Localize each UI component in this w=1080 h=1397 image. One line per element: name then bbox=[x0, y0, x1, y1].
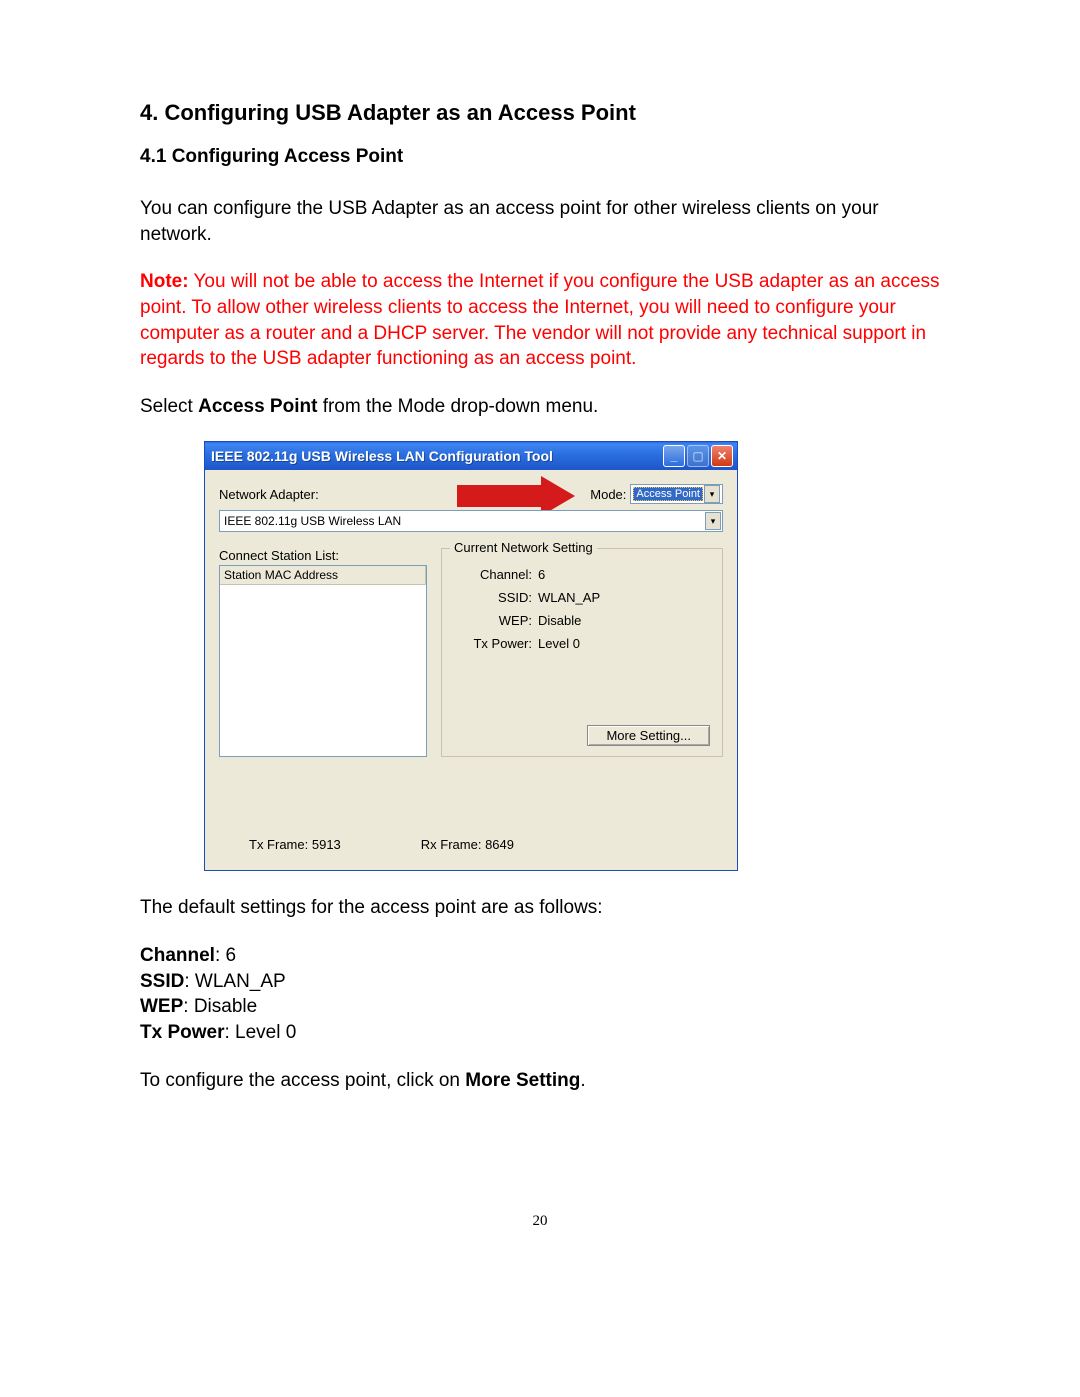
defaults-list: Channel: 6 SSID: WLAN_AP WEP: Disable Tx… bbox=[140, 943, 940, 1046]
adapter-label: Network Adapter: bbox=[219, 487, 319, 502]
mode-value: Access Point bbox=[633, 487, 703, 501]
note-paragraph: Note: You will not be able to access the… bbox=[140, 269, 940, 372]
txpower-label: Tx Power: bbox=[460, 636, 532, 651]
default-ssid-v: : WLAN_AP bbox=[184, 971, 285, 992]
client-area: Network Adapter: Mode: Access Point ▾ IE… bbox=[205, 470, 737, 870]
default-wep-k: WEP bbox=[140, 996, 183, 1017]
txframe-value: 5913 bbox=[312, 837, 341, 852]
defaults-intro: The default settings for the access poin… bbox=[140, 895, 940, 921]
default-channel-v: : 6 bbox=[215, 945, 236, 966]
select-instruction: Select Access Point from the Mode drop-d… bbox=[140, 394, 940, 420]
channel-value: 6 bbox=[538, 567, 545, 582]
configure-pre: To configure the access point, click on bbox=[140, 1070, 465, 1091]
page-number: 20 bbox=[140, 1213, 940, 1230]
more-setting-button[interactable]: More Setting... bbox=[587, 725, 710, 746]
intro-paragraph: You can configure the USB Adapter as an … bbox=[140, 196, 940, 247]
configure-bold: More Setting bbox=[465, 1070, 580, 1091]
minimize-icon[interactable]: _ bbox=[663, 445, 685, 467]
subsection-heading: 4.1 Configuring Access Point bbox=[140, 146, 940, 168]
default-ssid-k: SSID bbox=[140, 971, 184, 992]
channel-label: Channel: bbox=[460, 567, 532, 582]
txpower-value: Level 0 bbox=[538, 636, 580, 651]
rxframe-value: 8649 bbox=[485, 837, 514, 852]
frame-counters: Tx Frame: 5913 Rx Frame: 8649 bbox=[249, 837, 723, 852]
close-icon[interactable]: ✕ bbox=[711, 445, 733, 467]
station-listbox[interactable]: Station MAC Address bbox=[219, 565, 427, 757]
note-text: You will not be able to access the Inter… bbox=[140, 271, 940, 369]
station-list-label: Connect Station List: bbox=[219, 548, 427, 563]
window-title: IEEE 802.11g USB Wireless LAN Configurat… bbox=[211, 448, 661, 464]
chevron-down-icon[interactable]: ▾ bbox=[705, 512, 721, 530]
note-label: Note: bbox=[140, 271, 189, 292]
screenshot: IEEE 802.11g USB Wireless LAN Configurat… bbox=[204, 441, 738, 871]
default-wep-v: : Disable bbox=[183, 996, 257, 1017]
default-txp-v: : Level 0 bbox=[224, 1022, 296, 1043]
txframe-label: Tx Frame: bbox=[249, 837, 308, 852]
wep-value: Disable bbox=[538, 613, 581, 628]
titlebar: IEEE 802.11g USB Wireless LAN Configurat… bbox=[205, 442, 737, 470]
configure-instruction: To configure the access point, click on … bbox=[140, 1068, 940, 1094]
station-list-header: Station MAC Address bbox=[220, 566, 426, 585]
default-channel-k: Channel bbox=[140, 945, 215, 966]
select-pre: Select bbox=[140, 396, 198, 417]
configure-post: . bbox=[580, 1070, 585, 1091]
wep-label: WEP: bbox=[460, 613, 532, 628]
mode-select[interactable]: Access Point ▾ bbox=[630, 484, 723, 504]
xp-window: IEEE 802.11g USB Wireless LAN Configurat… bbox=[204, 441, 738, 871]
select-bold: Access Point bbox=[198, 396, 317, 417]
select-post: from the Mode drop-down menu. bbox=[317, 396, 598, 417]
rxframe-label: Rx Frame: bbox=[421, 837, 482, 852]
chevron-down-icon[interactable]: ▾ bbox=[704, 485, 720, 503]
maximize-icon[interactable]: ▢ bbox=[687, 445, 709, 467]
default-txp-k: Tx Power bbox=[140, 1022, 224, 1043]
ssid-value: WLAN_AP bbox=[538, 590, 600, 605]
ssid-label: SSID: bbox=[460, 590, 532, 605]
fieldset-legend: Current Network Setting bbox=[450, 540, 597, 555]
mode-label: Mode: bbox=[590, 487, 626, 502]
adapter-select[interactable]: IEEE 802.11g USB Wireless LAN ▾ bbox=[219, 510, 723, 532]
top-row: Network Adapter: Mode: Access Point ▾ bbox=[219, 484, 723, 504]
section-heading: 4. Configuring USB Adapter as an Access … bbox=[140, 100, 940, 126]
adapter-value: IEEE 802.11g USB Wireless LAN bbox=[224, 514, 401, 528]
arrow-callout-icon bbox=[457, 482, 587, 510]
current-network-fieldset: Current Network Setting Channel:6 SSID:W… bbox=[441, 548, 723, 757]
